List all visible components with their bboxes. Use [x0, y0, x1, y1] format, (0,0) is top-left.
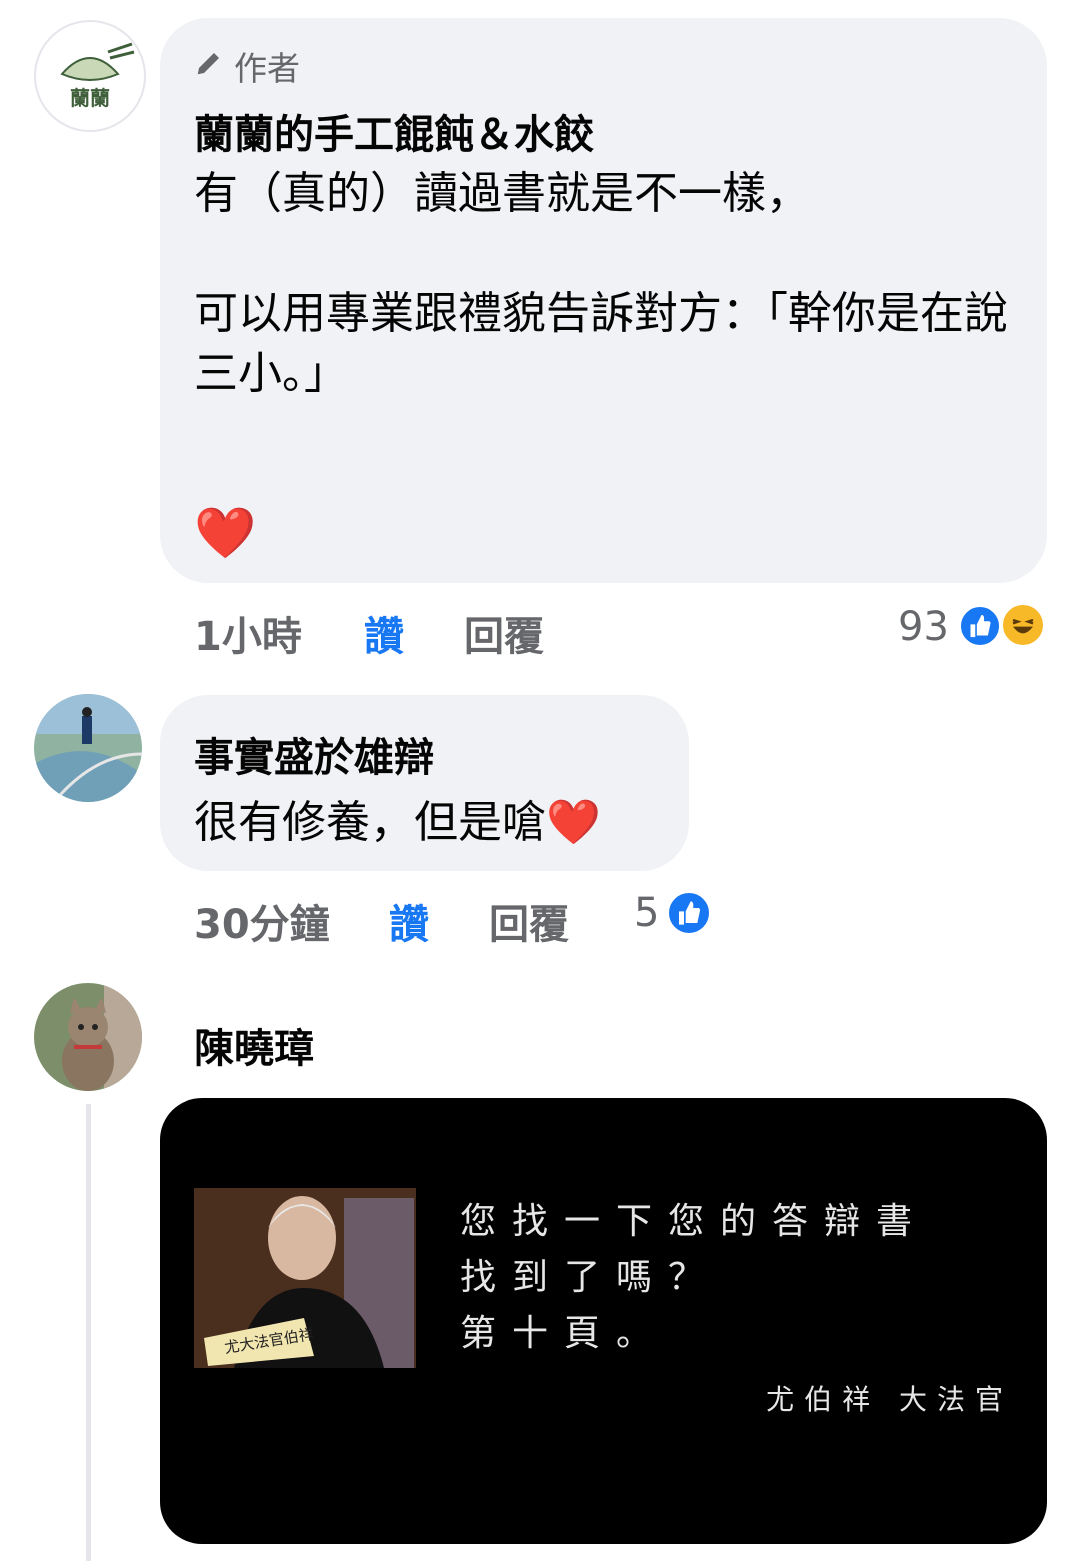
- avatar-author[interactable]: 蘭蘭: [34, 20, 146, 132]
- comment-text: 有（真的）讀過書就是不一樣， 可以用專業跟禮貌告訴對方：「幹你是在說三小。」: [194, 168, 1008, 399]
- heart-emoji: ❤️: [194, 504, 257, 562]
- like-icon: [666, 890, 712, 936]
- comment-bubble[interactable]: 作者 蘭蘭的手工餛飩＆水餃 有（真的）讀過書就是不一樣， 可以用專業跟禮貌告訴對…: [160, 18, 1047, 583]
- comment-author[interactable]: 陳曉璋: [194, 1016, 314, 1074]
- meme-signature: 尤伯祥 大法官: [766, 1383, 1013, 1416]
- avatar-logo-text: 蘭蘭: [70, 86, 110, 110]
- reaction-count[interactable]: 5: [634, 890, 659, 936]
- meme-line: 您找一下您的答辯書: [460, 1201, 929, 1242]
- author-badge-label: 作者: [234, 49, 300, 88]
- pencil-icon: [194, 47, 224, 86]
- comment-text: 很有修養，但是嗆: [194, 797, 546, 848]
- avatar-cat[interactable]: [34, 983, 142, 1091]
- comment-author[interactable]: 蘭蘭的手工餛飩＆水餃: [194, 102, 594, 160]
- comment-time[interactable]: 1小時: [194, 604, 302, 662]
- judge-photo: 尤大法官伯祥: [194, 1188, 416, 1368]
- like-button[interactable]: 讚: [364, 604, 404, 662]
- avatar-user[interactable]: [34, 694, 142, 802]
- comment-time[interactable]: 30分鐘: [194, 892, 330, 950]
- reply-button[interactable]: 回覆: [489, 892, 569, 950]
- author-badge: 作者: [194, 42, 300, 90]
- haha-icon: [1000, 602, 1046, 648]
- heart-emoji: ❤️: [546, 797, 601, 848]
- reply-button[interactable]: 回覆: [464, 604, 544, 662]
- thread-line: [86, 1104, 91, 1561]
- comment-text-row: 很有修養，但是嗆❤️: [194, 793, 601, 853]
- meme-image[interactable]: 尤大法官伯祥 您找一下您的答辯書 找到了嗎？ 第十頁。 尤伯祥 大法官: [160, 1098, 1047, 1544]
- meme-line: 找到了嗎？: [460, 1257, 721, 1298]
- reaction-count[interactable]: 93: [898, 604, 949, 650]
- like-button[interactable]: 讚: [389, 892, 429, 950]
- meme-line: 第十頁。: [460, 1313, 669, 1354]
- like-icon: [958, 604, 1002, 648]
- comment-bubble[interactable]: 事實盛於雄辯 很有修養，但是嗆❤️: [160, 695, 689, 871]
- comment-author[interactable]: 事實盛於雄辯: [194, 725, 434, 783]
